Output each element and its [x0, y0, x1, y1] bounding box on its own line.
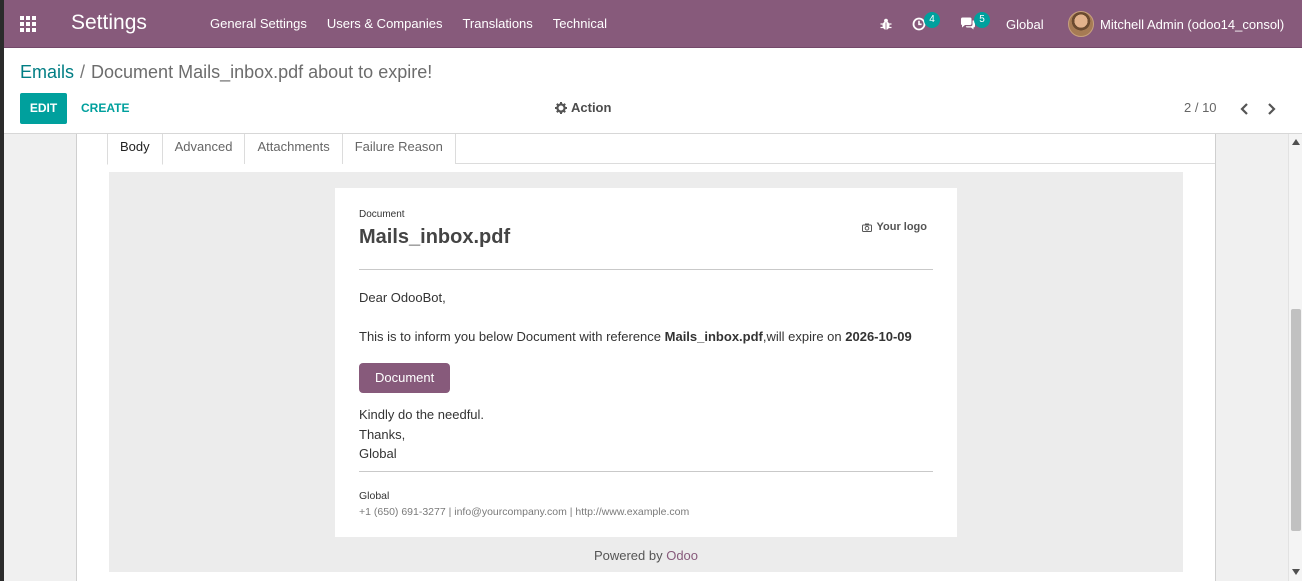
footer-company-info: +1 (650) 691-3277 | info@yourcompany.com… [359, 506, 690, 518]
edit-button[interactable]: EDIT [20, 93, 67, 124]
activity-count-badge: 4 [924, 12, 940, 28]
tab-attachments[interactable]: Attachments [245, 134, 343, 164]
divider [359, 471, 933, 472]
document-reference: Mails_inbox.pdf [664, 328, 763, 344]
email-message: This is to inform you below Document wit… [359, 328, 912, 344]
odoo-link[interactable]: Odoo [666, 548, 698, 563]
breadcrumb-separator: / [80, 62, 86, 82]
tab-body[interactable]: Body [107, 134, 163, 165]
action-label: Action [571, 100, 612, 115]
menu-technical[interactable]: Technical [543, 0, 617, 48]
scroll-down-arrow-icon[interactable] [1292, 569, 1300, 575]
closing-line-3: Global [359, 446, 397, 461]
company-logo: Your logo [862, 221, 927, 233]
debug-bug-icon[interactable] [880, 0, 892, 48]
form-sheet: Body Advanced Attachments Failure Reason… [76, 134, 1216, 581]
chevron-left-icon [1239, 103, 1248, 115]
menu-general-settings[interactable]: General Settings [200, 0, 317, 48]
create-button[interactable]: CREATE [77, 93, 133, 124]
scroll-up-arrow-icon[interactable] [1292, 139, 1300, 145]
breadcrumb-current: Document Mails_inbox.pdf about to expire… [91, 62, 433, 82]
footer-company-name: Global [359, 490, 390, 502]
scrollbar[interactable] [1288, 134, 1302, 581]
user-name: Mitchell Admin (odoo14_consol) [1100, 16, 1285, 32]
main-menu: General Settings Users & Companies Trans… [200, 0, 617, 48]
email-preview: Document Mails_inbox.pdf Your logo Dear … [109, 172, 1183, 572]
notebook-tabs: Body Advanced Attachments Failure Reason [107, 134, 1215, 165]
document-button[interactable]: Document [359, 363, 451, 393]
messages-chat-icon[interactable] [960, 0, 976, 48]
email-title: Mails_inbox.pdf [359, 226, 511, 248]
menu-users-companies[interactable]: Users & Companies [317, 0, 453, 48]
email-doc-label: Document [359, 209, 405, 220]
email-card: Document Mails_inbox.pdf Your logo Dear … [335, 188, 957, 537]
breadcrumb: Emails / Document Mails_inbox.pdf about … [20, 62, 432, 83]
logo-text: Your logo [876, 221, 927, 233]
chevron-right-icon [1267, 103, 1276, 115]
powered-by: Powered by Odoo [593, 548, 699, 563]
pager-previous-button[interactable] [1234, 97, 1254, 121]
action-dropdown[interactable]: Action [555, 100, 611, 115]
menu-translations[interactable]: Translations [452, 0, 542, 48]
closing-line-1: Kindly do the needful. [359, 407, 485, 422]
closing-line-2: Thanks, [359, 426, 406, 442]
email-body: Dear OdooBot, This is to inform you belo… [359, 288, 933, 464]
tab-failure-reason[interactable]: Failure Reason [342, 134, 456, 164]
gear-icon [555, 101, 567, 114]
control-panel: Emails / Document Mails_inbox.pdf about … [4, 48, 1302, 134]
avatar [1068, 11, 1094, 37]
divider [359, 269, 933, 270]
email-greeting: Dear OdooBot, [359, 290, 446, 305]
tab-advanced[interactable]: Advanced [162, 134, 246, 164]
message-count-badge: 5 [974, 12, 990, 28]
app-title: Settings [71, 11, 147, 34]
activity-clock-icon[interactable] [912, 0, 926, 48]
apps-menu-icon[interactable] [20, 16, 36, 32]
pager-next-button[interactable] [1261, 97, 1281, 121]
expiry-date: 2026-10-09 [845, 328, 912, 344]
company-switcher[interactable]: Global [1006, 0, 1044, 48]
scrollbar-thumb[interactable] [1291, 309, 1301, 531]
breadcrumb-emails-link[interactable]: Emails [20, 62, 74, 83]
pager-value[interactable]: 2 / 10 [1184, 100, 1217, 115]
camera-icon [862, 223, 873, 232]
top-navbar: Settings General Settings Users & Compan… [4, 0, 1302, 48]
user-menu[interactable]: Mitchell Admin (odoo14_consol) [1068, 0, 1284, 48]
form-view: Body Advanced Attachments Failure Reason… [4, 134, 1288, 581]
